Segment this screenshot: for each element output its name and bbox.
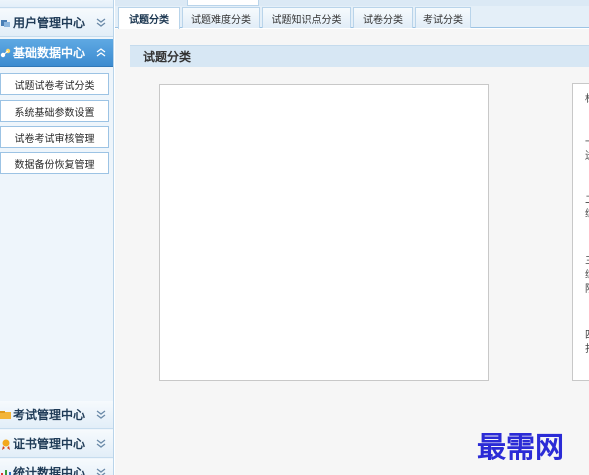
right-panel-text: 练 [585, 205, 589, 220]
sidebar-section-label: 统计数据中心 [13, 466, 86, 475]
tab-exam-category[interactable]: 考试分类 [415, 7, 471, 28]
right-panel-text: 二 [585, 191, 589, 206]
right-panel-text: 一 [585, 133, 589, 148]
folder-icon [0, 409, 12, 421]
right-panel-text: 送 [585, 147, 589, 162]
right-panel-text: 标 [585, 90, 589, 105]
chevron-up-icon[interactable] [95, 46, 107, 58]
chevron-down-icon[interactable] [95, 16, 107, 28]
tab-knowledge-point-category[interactable]: 试题知识点分类 [262, 7, 351, 28]
sidebar-section-label: 证书管理中心 [13, 437, 86, 451]
right-info-panel: 标 一 送 二 练 三 练 阶 四 打 [572, 83, 589, 381]
sidebar-section-label: 考试管理中心 [13, 408, 86, 422]
sidebar-section-user-management[interactable]: 用户管理中心 [0, 9, 113, 37]
main-content: 试题分类 标 一 送 二 练 三 练 阶 四 打 [115, 29, 589, 475]
tab-question-category[interactable]: 试题分类 [118, 7, 180, 29]
tab-bar: 试题分类 试题难度分类 试题知识点分类 试卷分类 考试分类 [115, 6, 589, 29]
sidebar-item-question-paper-exam-category[interactable]: 试题试卷考试分类 [0, 73, 109, 95]
right-panel-text: 阶 [585, 280, 589, 295]
sidebar-section-statistics[interactable]: 统计数据中心 [0, 459, 113, 475]
right-panel-text: 打 [585, 340, 589, 355]
users-icon [0, 17, 12, 29]
watermark-text: 最需网 [477, 430, 565, 464]
tab-paper-category[interactable]: 试卷分类 [353, 7, 413, 28]
sidebar-section-certificate-management[interactable]: 证书管理中心 [0, 430, 113, 458]
right-panel-text: 三 [585, 252, 589, 267]
right-panel-text: 四 [585, 326, 589, 341]
chevron-down-icon[interactable] [95, 466, 107, 475]
sidebar-item-data-backup-restore[interactable]: 数据备份恢复管理 [0, 152, 109, 174]
tab-difficulty-category[interactable]: 试题难度分类 [182, 7, 260, 28]
category-tree-panel[interactable] [159, 84, 489, 381]
right-panel-text: 练 [585, 266, 589, 281]
sidebar-section-label: 用户管理中心 [13, 16, 86, 30]
sidebar: 用户管理中心 基础数据中心 试题试卷考试分类 系统基础参数设置 试卷考试审核管理… [0, 0, 114, 475]
chevron-down-icon[interactable] [95, 437, 107, 449]
sidebar-top-header-partial[interactable] [0, 0, 113, 8]
sidebar-section-base-data[interactable]: 基础数据中心 [0, 39, 113, 67]
certificate-icon [0, 438, 12, 450]
section-title: 试题分类 [130, 45, 589, 67]
data-nodes-icon [0, 47, 12, 59]
sidebar-section-label: 基础数据中心 [13, 46, 86, 60]
sidebar-item-paper-exam-review[interactable]: 试卷考试审核管理 [0, 126, 109, 148]
sidebar-section-exam-management[interactable]: 考试管理中心 [0, 401, 113, 429]
chevron-down-icon[interactable] [95, 408, 107, 420]
chart-icon [0, 467, 12, 475]
sidebar-item-system-parameter-settings[interactable]: 系统基础参数设置 [0, 100, 109, 122]
